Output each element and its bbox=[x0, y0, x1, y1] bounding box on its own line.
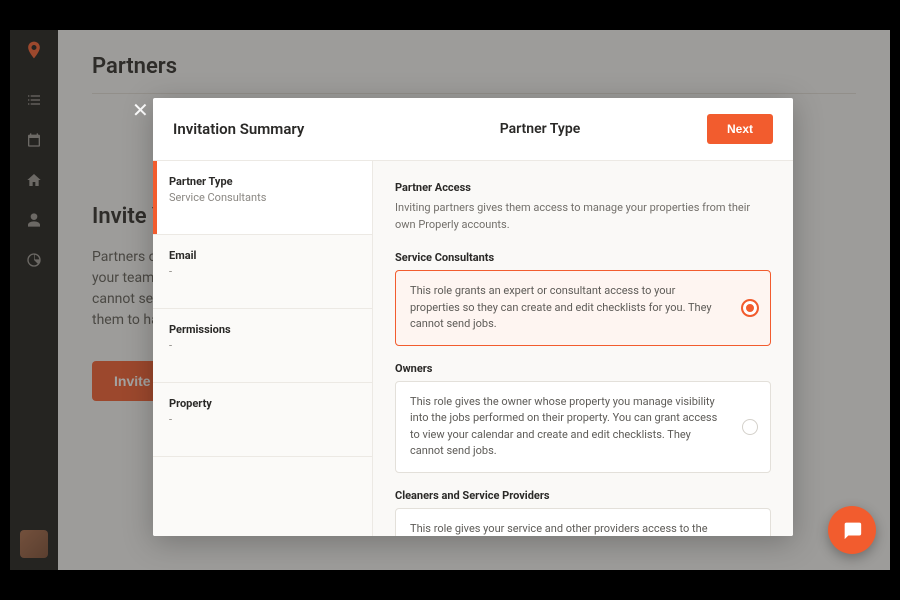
summary-step-property[interactable]: Property - bbox=[153, 383, 372, 457]
summary-step-partner-type[interactable]: Partner Type Service Consultants bbox=[153, 161, 372, 235]
next-button[interactable]: Next bbox=[707, 114, 773, 144]
modal-body: Partner Type Service Consultants Email -… bbox=[153, 161, 793, 536]
summary-step-label: Email bbox=[169, 249, 356, 262]
summary-step-value: - bbox=[169, 339, 356, 352]
summary-step-value: Service Consultants bbox=[169, 191, 356, 204]
summary-step-email[interactable]: Email - bbox=[153, 235, 372, 309]
radio-icon bbox=[742, 419, 758, 435]
summary-step-label: Property bbox=[169, 397, 356, 410]
modal-header: Invitation Summary Partner Type Next bbox=[153, 98, 793, 161]
invitation-modal: Invitation Summary Partner Type Next Par… bbox=[153, 98, 793, 536]
modal-step-title: Partner Type bbox=[373, 121, 707, 137]
chat-fab[interactable] bbox=[828, 506, 876, 554]
summary-step-value: - bbox=[169, 265, 356, 278]
modal-summary-title: Invitation Summary bbox=[173, 120, 373, 138]
role-label-owners: Owners bbox=[395, 362, 771, 375]
partner-access-description: Inviting partners gives them access to m… bbox=[395, 200, 771, 233]
role-label-service-consultants: Service Consultants bbox=[395, 251, 771, 264]
role-label-cleaners: Cleaners and Service Providers bbox=[395, 489, 771, 502]
role-option-cleaners[interactable]: This role gives your service and other p… bbox=[395, 508, 771, 537]
role-option-owners[interactable]: This role gives the owner whose property… bbox=[395, 381, 771, 473]
role-description: This role gives your service and other p… bbox=[410, 522, 712, 537]
close-icon[interactable]: ✕ bbox=[132, 100, 149, 120]
detail-column: Partner Access Inviting partners gives t… bbox=[373, 161, 793, 536]
role-description: This role grants an expert or consultant… bbox=[410, 284, 712, 330]
radio-icon bbox=[742, 300, 758, 316]
summary-column: Partner Type Service Consultants Email -… bbox=[153, 161, 373, 536]
summary-step-label: Permissions bbox=[169, 323, 356, 336]
chat-icon bbox=[841, 519, 863, 541]
summary-step-value: - bbox=[169, 413, 356, 426]
summary-step-permissions[interactable]: Permissions - bbox=[153, 309, 372, 383]
app-frame: Partners Invite Your Partners Partners c… bbox=[10, 30, 890, 570]
role-option-service-consultants[interactable]: This role grants an expert or consultant… bbox=[395, 270, 771, 346]
partner-access-heading: Partner Access bbox=[395, 181, 771, 194]
role-description: This role gives the owner whose property… bbox=[410, 395, 717, 458]
summary-step-label: Partner Type bbox=[169, 175, 356, 188]
